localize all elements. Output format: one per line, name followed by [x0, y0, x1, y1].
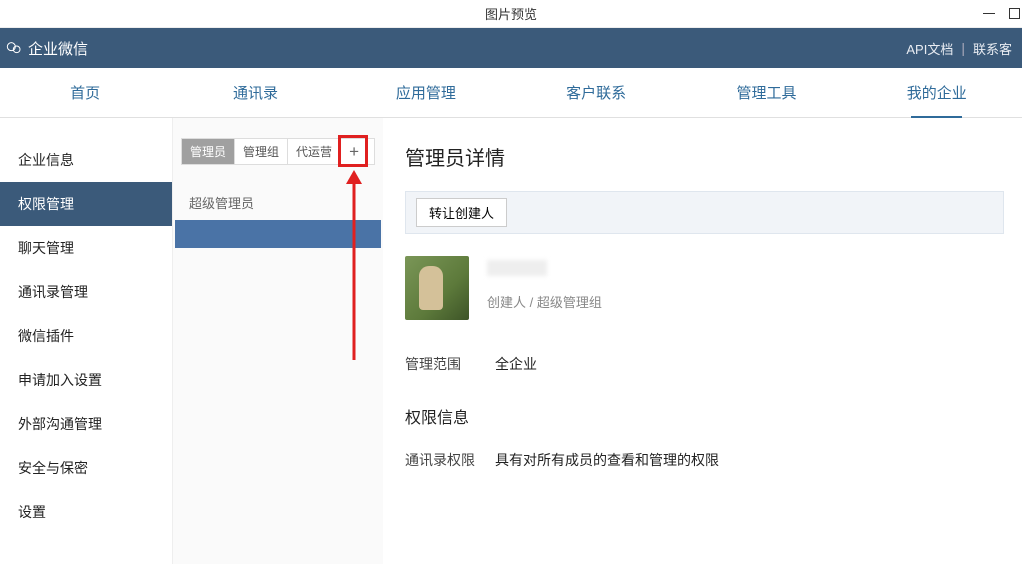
api-docs-link[interactable]: API文档 — [906, 39, 953, 58]
permission-section-title: 权限信息 — [405, 404, 1004, 428]
scope-key: 管理范围 — [405, 354, 495, 374]
nav-item-0[interactable]: 首页 — [0, 68, 170, 117]
nav-item-3[interactable]: 客户联系 — [511, 68, 681, 117]
admin-tab-row: 管理员管理组代运营+ — [181, 138, 375, 165]
avatar — [405, 256, 469, 320]
transfer-bar: 转让创建人 — [405, 191, 1004, 234]
nav-item-5[interactable]: 我的企业 — [852, 68, 1022, 117]
sidebar-item-5[interactable]: 申请加入设置 — [0, 358, 172, 402]
sidebar-item-2[interactable]: 聊天管理 — [0, 226, 172, 270]
wecom-logo-icon — [6, 40, 22, 56]
nav-item-2[interactable]: 应用管理 — [341, 68, 511, 117]
header-separator: | — [961, 40, 965, 56]
sidebar-item-6[interactable]: 外部沟通管理 — [0, 402, 172, 446]
admin-group: 超级管理员 — [173, 193, 383, 248]
main-nav: 首页通讯录应用管理客户联系管理工具我的企业 — [0, 68, 1022, 118]
os-titlebar: 图片预览 — [0, 0, 1022, 28]
permission-key: 通讯录权限 — [405, 450, 495, 470]
scope-row: 管理范围 全企业 — [405, 354, 1004, 374]
app-header: 企业微信 API文档 | 联系客 — [0, 28, 1022, 68]
sidebar-item-8[interactable]: 设置 — [0, 490, 172, 534]
sidebar-item-3[interactable]: 通讯录管理 — [0, 270, 172, 314]
profile-name-redacted — [487, 260, 547, 276]
add-admin-button[interactable]: + — [341, 139, 367, 164]
nav-item-4[interactable]: 管理工具 — [681, 68, 851, 117]
admin-group-label: 超级管理员 — [173, 193, 383, 220]
permission-row: 通讯录权限 具有对所有成员的查看和管理的权限 — [405, 450, 1004, 470]
admin-list-column: 管理员管理组代运营+ 超级管理员 — [173, 118, 383, 564]
admin-tab-2[interactable]: 代运营 — [288, 139, 341, 164]
profile-meta: 创建人 / 超级管理组 — [487, 256, 602, 320]
os-window-title: 图片预览 — [485, 4, 537, 23]
detail-title: 管理员详情 — [405, 142, 1004, 171]
sidebar-item-4[interactable]: 微信插件 — [0, 314, 172, 358]
minimize-icon[interactable] — [983, 13, 995, 14]
admin-tab-0[interactable]: 管理员 — [182, 139, 235, 164]
admin-detail-panel: 管理员详情 转让创建人 创建人 / 超级管理组 管理范围 全企业 权限信息 通讯… — [383, 118, 1022, 564]
maximize-icon[interactable] — [1009, 8, 1020, 19]
profile-role: 创建人 / 超级管理组 — [487, 292, 602, 311]
sidebar-item-1[interactable]: 权限管理 — [0, 182, 172, 226]
transfer-creator-button[interactable]: 转让创建人 — [416, 198, 507, 227]
app-brand: 企业微信 — [6, 38, 88, 59]
contact-link[interactable]: 联系客 — [973, 39, 1012, 58]
os-window-controls — [983, 8, 1020, 19]
admin-tab-1[interactable]: 管理组 — [235, 139, 288, 164]
nav-item-1[interactable]: 通讯录 — [170, 68, 340, 117]
admin-list-item-selected[interactable] — [175, 220, 381, 248]
brand-text: 企业微信 — [28, 38, 88, 59]
sidebar-item-0[interactable]: 企业信息 — [0, 138, 172, 182]
workspace: 企业信息权限管理聊天管理通讯录管理微信插件申请加入设置外部沟通管理安全与保密设置… — [0, 118, 1022, 564]
profile-row: 创建人 / 超级管理组 — [405, 256, 1004, 320]
sidebar-item-7[interactable]: 安全与保密 — [0, 446, 172, 490]
scope-value: 全企业 — [495, 354, 537, 374]
permission-value: 具有对所有成员的查看和管理的权限 — [495, 450, 719, 470]
left-sidebar: 企业信息权限管理聊天管理通讯录管理微信插件申请加入设置外部沟通管理安全与保密设置 — [0, 118, 173, 564]
